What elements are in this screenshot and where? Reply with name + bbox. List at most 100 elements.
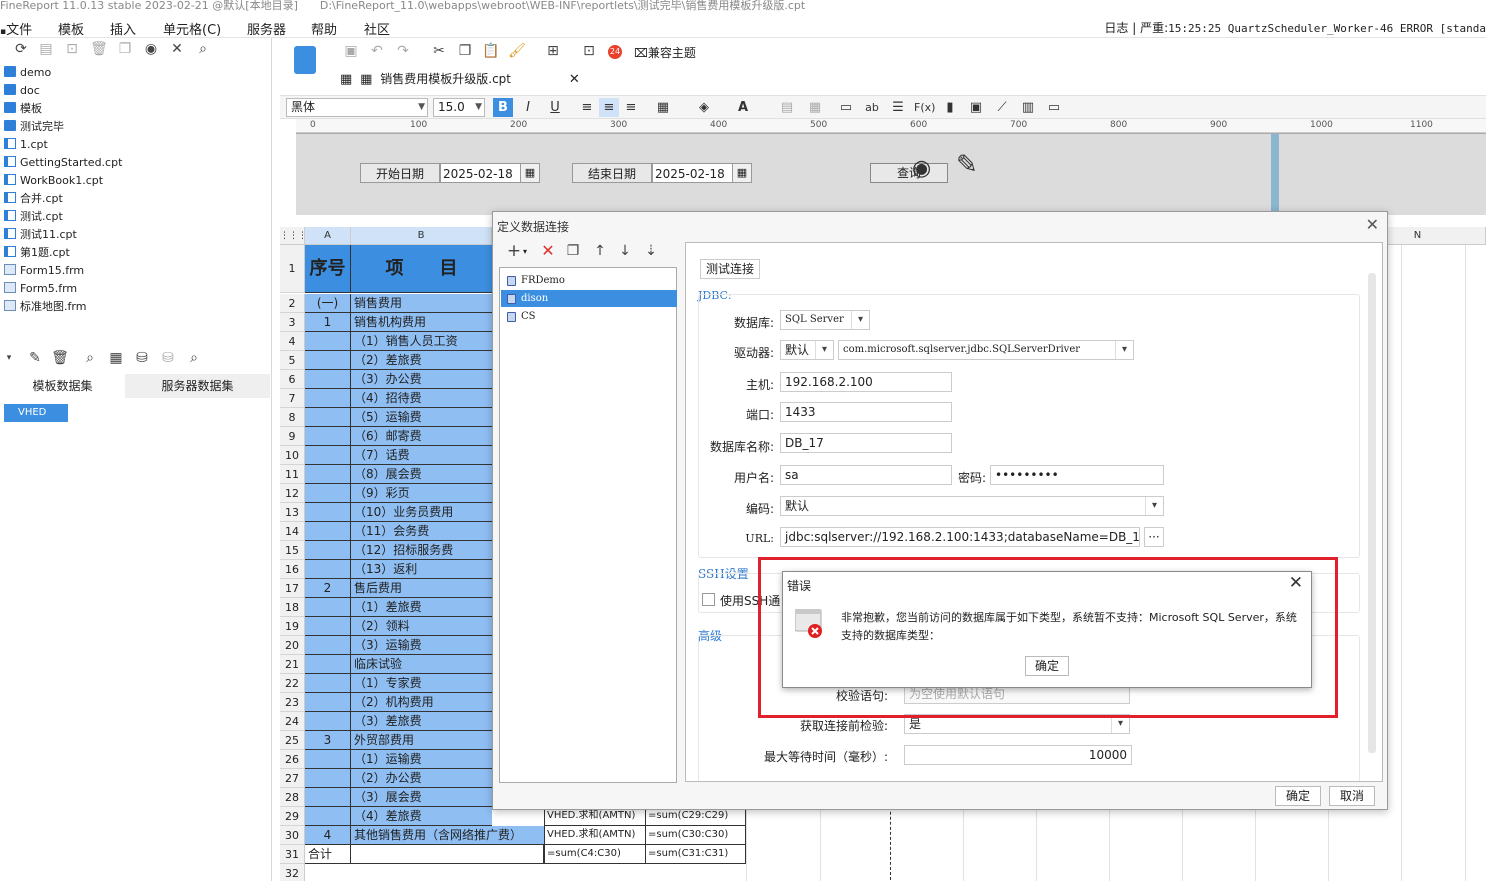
cell-item[interactable]: （4）差旅费	[351, 807, 492, 826]
tree-item[interactable]: 模板	[4, 100, 42, 118]
cell-item[interactable]: （6）邮寄费	[351, 427, 492, 446]
url-more-button[interactable]: ···	[1144, 527, 1164, 547]
tab-server-dataset[interactable]: 服务器数据集	[125, 374, 270, 398]
row-number[interactable]: 30	[280, 826, 305, 845]
sort-icon[interactable]: ⇣	[642, 242, 660, 260]
cell-item[interactable]: （1）运输费	[351, 750, 492, 769]
close-tab-icon[interactable]: ✕	[569, 72, 580, 87]
cell-item[interactable]: 销售机构费用	[351, 313, 492, 332]
row-number[interactable]: 4	[280, 332, 305, 351]
image-icon[interactable]: ▣	[966, 98, 986, 117]
row-number[interactable]: 10	[280, 446, 305, 465]
notification-badge[interactable]: 24	[608, 45, 622, 59]
connection-item[interactable]: CS	[501, 308, 677, 325]
cell-index[interactable]	[305, 503, 351, 522]
database-disabled-icon[interactable]: ⛁	[159, 349, 177, 367]
rich-text-icon[interactable]: ☰	[888, 98, 908, 117]
cut-icon[interactable]: ✂	[430, 42, 448, 60]
menu-server[interactable]: 服务器	[247, 19, 286, 38]
row-number[interactable]: 31	[280, 845, 305, 864]
file-tab[interactable]: ▦ ▦ 销售费用模板升级版.cpt ✕	[340, 68, 580, 90]
tree-item[interactable]: demo	[4, 64, 51, 82]
delete-icon[interactable]: 🗑	[90, 40, 108, 58]
cell-item[interactable]: 销售费用	[351, 294, 492, 313]
formula-icon[interactable]: F(x)	[914, 98, 935, 117]
cell-index[interactable]: 3	[305, 731, 351, 750]
column-header-b[interactable]: B	[351, 227, 492, 245]
cell-item[interactable]: 售后费用	[351, 579, 492, 598]
row-number[interactable]: 3	[280, 313, 305, 332]
database-icon[interactable]: ⛁	[133, 349, 151, 367]
tree-item[interactable]: 测试11.cpt	[4, 226, 77, 244]
cell-index[interactable]	[305, 693, 351, 712]
tree-item[interactable]: 1.cpt	[4, 136, 48, 154]
collapse-icon[interactable]: ✕	[168, 40, 186, 58]
refresh-icon[interactable]: ⟳	[12, 40, 30, 58]
menu-cell[interactable]: 单元格(C)	[163, 19, 221, 38]
query-button[interactable]: 查询	[870, 163, 948, 183]
unmerge-icon[interactable]: ▦	[805, 98, 825, 117]
cell-formula[interactable]: =sum(C31:C31)	[646, 845, 746, 864]
preview-icon[interactable]: ⌕	[81, 349, 99, 367]
username-input[interactable]: sa	[780, 465, 952, 485]
cell-item[interactable]: （1）差旅费	[351, 598, 492, 617]
test-connection-button[interactable]: 测试连接	[700, 259, 760, 279]
slash-icon[interactable]: ⟋	[992, 98, 1012, 117]
row-number[interactable]: 16	[280, 560, 305, 579]
align-left-icon[interactable]: ≡	[577, 98, 597, 117]
cell-index[interactable]	[305, 636, 351, 655]
menu-file[interactable]: ▪文件	[0, 19, 32, 38]
row-number[interactable]: 7	[280, 389, 305, 408]
cell-formula[interactable]: =sum(C30:C30)	[646, 826, 746, 845]
max-wait-input[interactable]: 10000	[904, 745, 1132, 765]
row-number[interactable]: 22	[280, 674, 305, 693]
connection-item[interactable]: dison	[501, 290, 677, 307]
calendar-icon[interactable]: ▦	[520, 163, 540, 183]
cell-index[interactable]	[305, 769, 351, 788]
cell-item[interactable]: （5）运输费	[351, 408, 492, 427]
preview-toolbar-icon[interactable]: ⊡	[580, 42, 598, 60]
cell-index[interactable]	[305, 541, 351, 560]
edit-pencil-icon[interactable]: ✎	[956, 150, 978, 180]
cell-index[interactable]	[305, 370, 351, 389]
cancel-button[interactable]: 取消	[1329, 786, 1375, 806]
tree-item[interactable]: Form15.frm	[4, 262, 84, 280]
cell-item[interactable]: 外贸部费用	[351, 731, 492, 750]
cell-index[interactable]	[305, 655, 351, 674]
template-icon[interactable]	[294, 46, 316, 74]
port-input[interactable]: 1433	[780, 402, 952, 422]
encoding-select[interactable]: 默认 ▾	[780, 496, 1164, 516]
row-number[interactable]: 20	[280, 636, 305, 655]
align-right-icon[interactable]: ≡	[621, 98, 641, 117]
cell-item[interactable]: （3）展会费	[351, 788, 492, 807]
error-ok-button[interactable]: 确定	[1025, 656, 1069, 676]
cell-item[interactable]: （11）会务费	[351, 522, 492, 541]
start-date-input[interactable]: 2025-02-18	[440, 163, 522, 183]
cell-index[interactable]	[305, 674, 351, 693]
copy-connection-icon[interactable]: ❐	[564, 242, 582, 260]
cell-item[interactable]: （1）销售人员工资	[351, 332, 492, 351]
row-number[interactable]: 12	[280, 484, 305, 503]
cell-index[interactable]: 4	[305, 826, 351, 845]
header-cell-item[interactable]: 项 目	[351, 245, 492, 293]
bold-button[interactable]: B	[493, 98, 513, 117]
cell-item[interactable]: （2）机构费用	[351, 693, 492, 712]
row-number[interactable]: 19	[280, 617, 305, 636]
close-icon[interactable]: ✕	[1289, 573, 1303, 593]
cell-index[interactable]	[305, 750, 351, 769]
cell-item[interactable]: （3）差旅费	[351, 712, 492, 731]
cell-index[interactable]	[305, 408, 351, 427]
row-number[interactable]: 11	[280, 465, 305, 484]
row-number[interactable]: 13	[280, 503, 305, 522]
cell-index[interactable]	[305, 389, 351, 408]
tree-item[interactable]: 测试.cpt	[4, 208, 63, 226]
dataset-toolbar-icon[interactable]: ⊞	[544, 42, 562, 60]
cell-item[interactable]: （12）招标服务费	[351, 541, 492, 560]
cell-item[interactable]: （4）招待费	[351, 389, 492, 408]
menu-template[interactable]: 模板	[58, 19, 84, 38]
cell-index[interactable]	[305, 522, 351, 541]
row-number[interactable]: 6	[280, 370, 305, 389]
end-date-input[interactable]: 2025-02-18	[652, 163, 734, 183]
cell-item[interactable]: （7）话费	[351, 446, 492, 465]
edit-icon[interactable]: ✎	[26, 349, 44, 367]
